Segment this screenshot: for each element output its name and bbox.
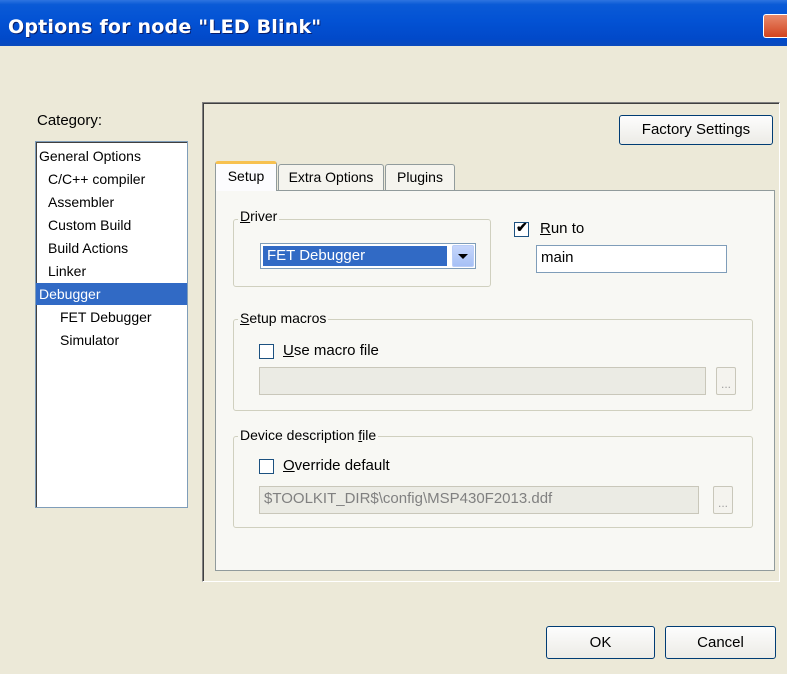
device-description-input[interactable]: $TOOLKIT_DIR$\config\MSP430F2013.ddf [259, 486, 699, 514]
check-icon: ✔ [516, 219, 528, 235]
list-item[interactable]: Custom Build [36, 214, 187, 236]
close-button[interactable] [763, 14, 787, 38]
tab-plugins[interactable]: Plugins [385, 164, 455, 191]
driver-select[interactable]: FET Debugger [260, 243, 476, 269]
setup-macros-group-title: Setup macros [238, 310, 329, 326]
setup-macros-group [233, 319, 753, 411]
tab-setup[interactable]: Setup [215, 161, 277, 191]
list-item[interactable]: FET Debugger [36, 306, 187, 328]
list-item[interactable]: Linker [36, 260, 187, 282]
category-label: Category: [37, 112, 103, 129]
browse-macro-button[interactable]: ... [716, 367, 736, 395]
dropdown-button[interactable] [452, 245, 474, 267]
run-to-checkbox[interactable]: ✔ [514, 219, 529, 237]
list-item-selected[interactable]: Debugger [36, 283, 187, 305]
title-bar: Options for node "LED Blink" [0, 0, 787, 46]
macro-file-input[interactable] [259, 367, 706, 395]
list-item[interactable]: Build Actions [36, 237, 187, 259]
use-macro-label: Use macro file [283, 342, 379, 359]
override-default-label: Override default [283, 457, 390, 474]
list-item[interactable]: General Options [36, 145, 187, 167]
device-description-group [233, 436, 753, 528]
use-macro-checkbox[interactable] [259, 344, 274, 359]
ok-button[interactable]: OK [546, 626, 655, 659]
driver-group-title: Driver [238, 208, 280, 224]
list-item[interactable]: Assembler [36, 191, 187, 213]
window-title: Options for node "LED Blink" [8, 16, 322, 38]
override-default-checkbox[interactable] [259, 459, 274, 474]
factory-settings-button[interactable]: Factory Settings [619, 115, 773, 145]
list-item[interactable]: C/C++ compiler [36, 168, 187, 190]
run-to-input[interactable]: main [536, 245, 727, 273]
device-description-group-title: Device description file [238, 427, 379, 443]
list-item[interactable]: Simulator [36, 329, 187, 351]
category-list[interactable]: General Options C/C++ compiler Assembler… [35, 141, 188, 508]
cancel-button[interactable]: Cancel [665, 626, 776, 659]
run-to-label: Run to [540, 220, 585, 237]
browse-device-button[interactable]: ... [713, 486, 733, 514]
tab-extra-options[interactable]: Extra Options [278, 164, 384, 191]
driver-select-value: FET Debugger [263, 246, 447, 266]
chevron-down-icon [458, 254, 468, 259]
